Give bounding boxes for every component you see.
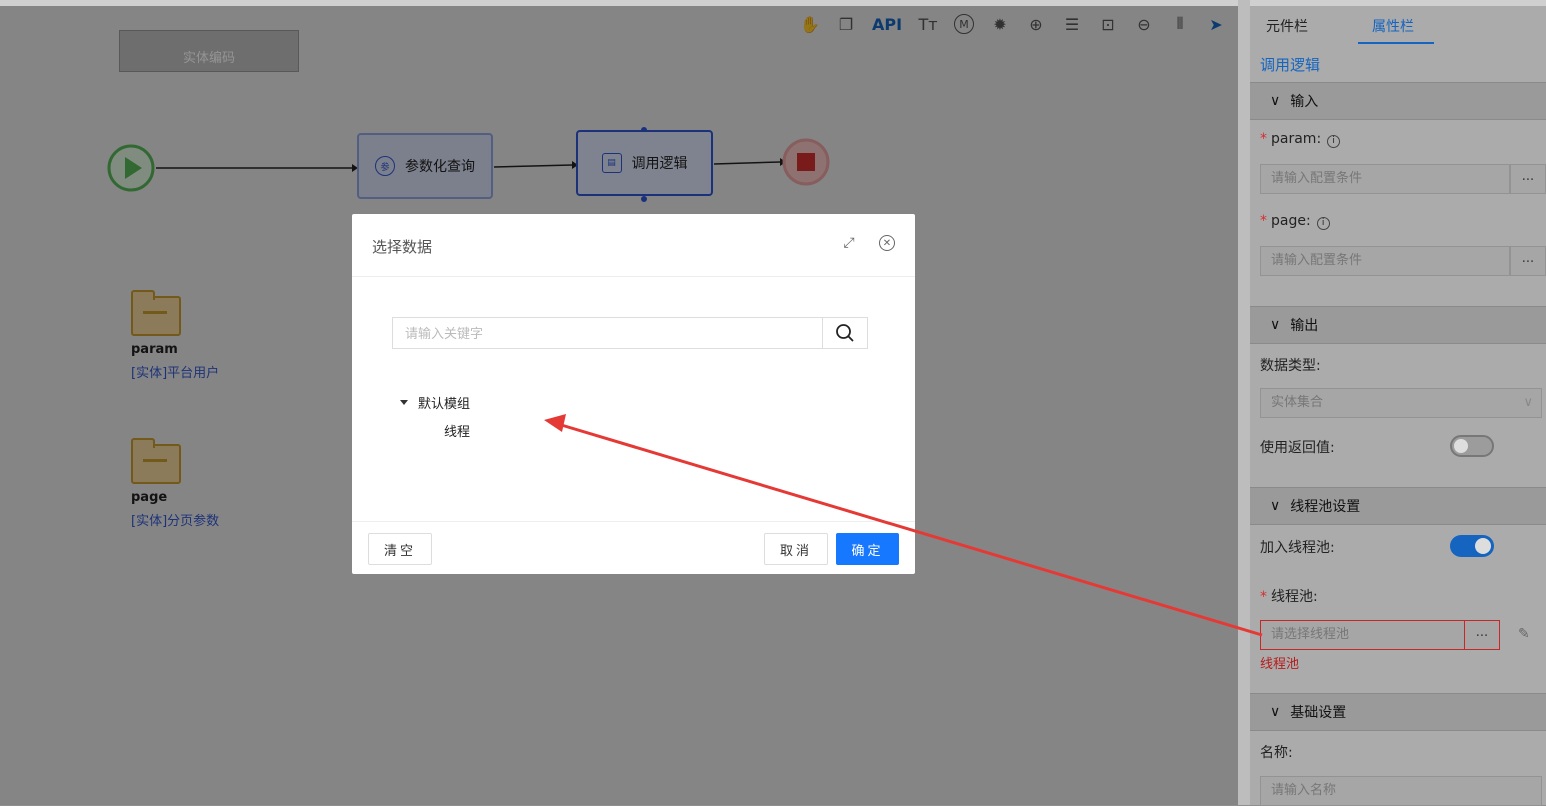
name-label: 名称: — [1260, 745, 1293, 761]
clear-button[interactable]: 清空 — [368, 533, 432, 565]
data-type-label: 数据类型: — [1260, 358, 1321, 374]
chevron-down-icon: ∨ — [1523, 395, 1533, 410]
dialog-title: 选择数据 — [372, 238, 433, 256]
search-button[interactable] — [822, 318, 867, 348]
panel-tabs: 元件栏 属性栏 — [1250, 6, 1546, 46]
param-more-button[interactable]: ... — [1510, 164, 1546, 194]
section-basic[interactable]: ∨ 基础设置 — [1250, 693, 1546, 731]
dialog-footer: 清空 取消 确定 — [352, 521, 915, 575]
join-pool-label: 加入线程池: — [1260, 540, 1335, 556]
tree-node-thread[interactable]: 线程 — [400, 416, 470, 444]
pool-input[interactable]: 请选择线程池 — [1260, 620, 1465, 650]
section-input[interactable]: ∨ 输入 — [1250, 82, 1546, 120]
chevron-down-icon: ∨ — [1270, 317, 1281, 333]
data-type-select[interactable]: 实体集合 ∨ — [1260, 388, 1542, 418]
data-tree: 默认模组 线程 — [400, 388, 470, 444]
use-return-label: 使用返回值: — [1260, 440, 1335, 456]
section-output[interactable]: ∨ 输出 — [1250, 306, 1546, 344]
pool-more-button[interactable]: ... — [1464, 620, 1500, 650]
param-label: * param: i — [1260, 131, 1341, 148]
cancel-button[interactable]: 取消 — [764, 533, 828, 565]
search-input[interactable] — [393, 318, 837, 350]
close-icon[interactable]: ✕ — [879, 235, 895, 251]
active-tab-indicator — [1358, 42, 1434, 44]
chevron-down-icon: ∨ — [1270, 704, 1281, 720]
tab-components[interactable]: 元件栏 — [1266, 16, 1308, 36]
info-icon[interactable]: i — [1316, 217, 1330, 230]
panel-divider[interactable] — [1238, 0, 1250, 805]
page-label: * page: i — [1260, 213, 1330, 230]
info-icon[interactable]: i — [1327, 135, 1341, 148]
page-more-button[interactable]: ... — [1510, 246, 1546, 276]
caret-down-icon[interactable] — [400, 399, 408, 405]
name-input[interactable]: 请输入名称 — [1260, 776, 1542, 806]
search-box — [392, 317, 868, 350]
use-return-toggle[interactable] — [1450, 435, 1494, 457]
section-thread-pool[interactable]: ∨ 线程池设置 — [1250, 487, 1546, 525]
property-panel: 元件栏 属性栏 调用逻辑 ∨ 输入 * param: i 请输入配置条件 ... * p… — [1250, 6, 1546, 806]
chevron-down-icon: ∨ — [1270, 93, 1281, 109]
select-data-dialog: 选择数据 ⤢ ✕ 默认模组 线程 清空 取消 确定 — [352, 214, 915, 574]
panel-title: 调用逻辑 — [1260, 56, 1321, 74]
chevron-down-icon: ∨ — [1270, 498, 1281, 514]
confirm-button[interactable]: 确定 — [836, 533, 899, 565]
edit-icon[interactable]: ✎ — [1518, 626, 1530, 642]
dialog-header: 选择数据 ⤢ ✕ — [352, 214, 915, 277]
tree-node-group[interactable]: 默认模组 — [400, 388, 470, 416]
join-pool-toggle[interactable] — [1450, 535, 1494, 557]
pool-label: * 线程池: — [1260, 589, 1318, 605]
pool-error: 线程池 — [1260, 657, 1300, 672]
fullscreen-icon[interactable]: ⤢ — [840, 234, 858, 252]
tab-properties[interactable]: 属性栏 — [1372, 16, 1414, 36]
search-icon — [836, 324, 854, 342]
param-input[interactable]: 请输入配置条件 — [1260, 164, 1510, 194]
page-input[interactable]: 请输入配置条件 — [1260, 246, 1510, 276]
